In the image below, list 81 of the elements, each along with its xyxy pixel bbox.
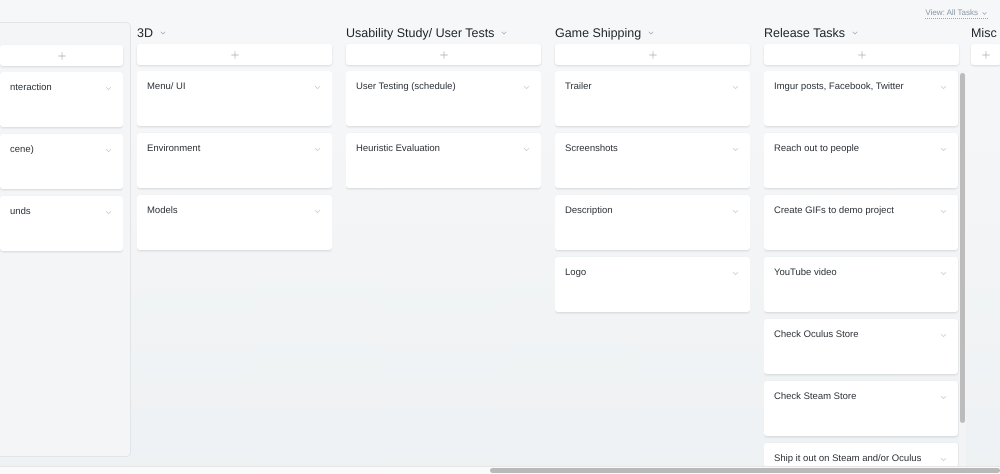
task-card[interactable]: Models (137, 195, 332, 250)
chevron-down-icon[interactable] (522, 83, 531, 92)
card-title: Heuristic Evaluation (356, 143, 440, 155)
add-card-button[interactable] (137, 44, 332, 65)
chevron-down-icon[interactable] (939, 145, 948, 154)
chevron-down-icon[interactable] (313, 145, 322, 154)
task-card[interactable]: unds (0, 196, 123, 251)
task-card[interactable]: Reach out to people (764, 133, 958, 188)
chevron-down-icon[interactable] (158, 29, 167, 37)
card-title: Models (147, 205, 178, 217)
task-card[interactable]: Ship it out on Steam and/or Oculus (764, 443, 958, 467)
horizontal-scrollbar[interactable] (0, 466, 1000, 474)
chevron-down-icon[interactable] (851, 29, 860, 37)
column-title: 3D (137, 26, 153, 40)
card-title: nteraction (10, 82, 52, 94)
task-card[interactable]: Menu/ UI (137, 71, 332, 126)
chevron-down-icon[interactable] (731, 145, 740, 154)
add-card-button[interactable] (971, 44, 1000, 65)
column-title: Misc (971, 26, 997, 40)
chevron-down-icon[interactable] (500, 29, 508, 37)
column-title: Usability Study/ User Tests (346, 26, 494, 40)
chevron-down-icon[interactable] (104, 208, 113, 217)
card-title: Logo (565, 267, 586, 279)
chevron-down-icon[interactable] (939, 207, 948, 216)
card-title: unds (10, 206, 31, 218)
plus-icon (646, 48, 658, 60)
task-card[interactable]: Environment (137, 133, 332, 188)
add-card-button[interactable] (0, 45, 123, 66)
task-card[interactable]: Description (555, 195, 750, 250)
chevron-down-icon[interactable] (647, 29, 656, 37)
task-card[interactable]: User Testing (schedule) (346, 71, 541, 126)
plus-icon (438, 48, 450, 60)
add-card-button[interactable] (555, 44, 750, 65)
task-card[interactable]: Check Steam Store (764, 381, 958, 436)
vertical-scrollbar[interactable] (959, 71, 966, 467)
task-card[interactable]: Create GIFs to demo project (764, 195, 958, 250)
card-title: Trailer (565, 81, 592, 93)
plus-icon (856, 48, 868, 60)
card-title: Screenshots (565, 143, 618, 155)
plus-icon (56, 50, 68, 62)
card-title: Menu/ UI (147, 81, 186, 93)
card-title: Create GIFs to demo project (774, 205, 894, 217)
chevron-down-icon[interactable] (939, 331, 948, 340)
chevron-down-icon[interactable] (313, 207, 322, 216)
add-card-button[interactable] (346, 44, 541, 65)
card-title: YouTube video (774, 267, 837, 279)
task-card[interactable]: Check Oculus Store (764, 319, 958, 374)
chevron-down-icon[interactable] (731, 83, 740, 92)
chevron-down-icon[interactable] (522, 145, 531, 154)
plus-icon (228, 48, 240, 60)
task-card[interactable]: Imgur posts, Facebook, Twitter (764, 71, 958, 126)
card-title: cene) (10, 144, 34, 156)
task-card[interactable]: Heuristic Evaluation (346, 133, 541, 188)
chevron-down-icon[interactable] (731, 269, 740, 278)
plus-icon (980, 48, 992, 60)
column-title: Game Shipping (555, 26, 642, 40)
card-title: Ship it out on Steam and/or Oculus (774, 453, 922, 465)
chevron-down-icon[interactable] (731, 207, 740, 216)
task-card[interactable]: Screenshots (555, 133, 750, 188)
chevron-down-icon[interactable] (939, 269, 948, 278)
chevron-down-icon[interactable] (104, 84, 113, 93)
chevron-down-icon[interactable] (939, 455, 948, 464)
card-title: User Testing (schedule) (356, 81, 456, 93)
task-card[interactable]: cene) (0, 134, 123, 189)
card-title: Reach out to people (774, 143, 860, 155)
chevron-down-icon[interactable] (104, 146, 113, 155)
add-card-button[interactable] (764, 44, 959, 65)
card-title: Description (565, 205, 613, 217)
card-title: Imgur posts, Facebook, Twitter (774, 81, 904, 93)
task-card[interactable]: YouTube video (764, 257, 958, 312)
chevron-down-icon (981, 10, 988, 16)
chevron-down-icon[interactable] (313, 83, 322, 92)
card-title: Environment (147, 143, 200, 155)
column-title: Release Tasks (764, 26, 846, 40)
task-card[interactable]: Logo (555, 257, 750, 312)
card-title: Check Steam Store (774, 391, 856, 403)
card-title: Check Oculus Store (774, 329, 858, 341)
chevron-down-icon[interactable] (939, 393, 948, 402)
task-card[interactable]: Trailer (555, 71, 750, 126)
task-card[interactable]: nteraction (0, 72, 123, 127)
chevron-down-icon[interactable] (939, 83, 948, 92)
